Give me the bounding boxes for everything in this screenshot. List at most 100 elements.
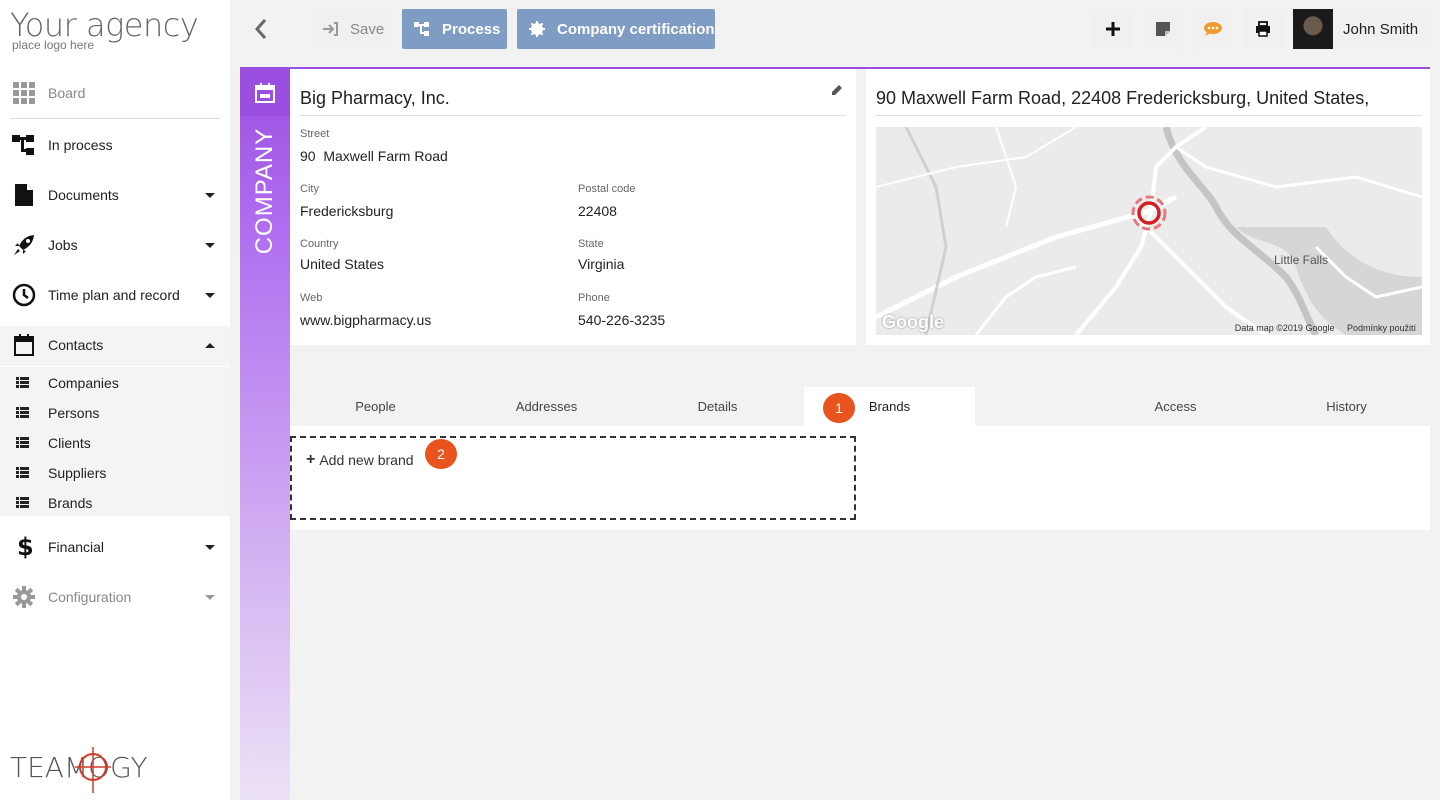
- print-icon: [1256, 21, 1270, 37]
- sidebar-item-time-plan[interactable]: Time plan and record: [0, 270, 230, 320]
- postal-code-value: 22408: [578, 203, 617, 219]
- sidebar: Your agency place logo here Board In pro…: [0, 0, 230, 800]
- calendar-icon: [12, 333, 36, 357]
- add-button[interactable]: [1093, 9, 1133, 49]
- print-button[interactable]: [1243, 9, 1283, 49]
- company-card: Big Pharmacy, Inc. Street 90 Maxwell Far…: [290, 69, 856, 345]
- rocket-icon: [12, 233, 36, 257]
- tab-label: Addresses: [515, 399, 578, 414]
- chat-icon: [1204, 22, 1222, 36]
- tab-label: Brands: [868, 399, 911, 414]
- tab-history[interactable]: History: [1261, 387, 1432, 426]
- company-certification-button[interactable]: Company certification: [517, 9, 715, 49]
- company-name: Big Pharmacy, Inc.: [300, 88, 450, 108]
- tab-access[interactable]: Access: [1090, 387, 1261, 426]
- sidebar-subitem-label: Companies: [48, 375, 119, 391]
- comments-button[interactable]: [1193, 9, 1233, 49]
- sidebar-subitem-clients[interactable]: Clients: [0, 428, 230, 458]
- city-value: Fredericksburg: [300, 203, 394, 219]
- list-icon: [16, 377, 30, 389]
- sidebar-subitem-persons[interactable]: Persons: [0, 398, 230, 428]
- chevron-down-icon: [205, 292, 215, 298]
- dollar-icon: $: [12, 534, 36, 560]
- add-new-brand-button[interactable]: + Add new brand: [306, 451, 414, 469]
- teamogy-logo: TEAMOGY: [10, 745, 160, 800]
- sidebar-item-label: Financial: [48, 539, 105, 555]
- tab-label: History: [1326, 399, 1367, 414]
- map-divider: [876, 115, 1422, 116]
- avatar: [1293, 9, 1333, 49]
- chevron-down-icon: [205, 544, 215, 550]
- sidebar-subitem-label: Suppliers: [48, 465, 107, 481]
- sidebar-subitem-companies[interactable]: Companies: [0, 368, 230, 398]
- sidebar-item-label: Board: [48, 85, 86, 101]
- card-divider: [300, 115, 846, 116]
- street-label: Street: [300, 128, 330, 140]
- web-value[interactable]: www.bigpharmacy.us: [300, 312, 431, 328]
- pencil-icon[interactable]: [830, 83, 844, 97]
- user-name: John Smith: [1343, 21, 1419, 38]
- sidebar-item-contacts[interactable]: Contacts: [0, 320, 230, 370]
- phone-value[interactable]: 540-226-3235: [578, 312, 665, 328]
- sidebar-item-jobs[interactable]: Jobs: [0, 220, 230, 270]
- sidebar-item-label: Jobs: [48, 237, 78, 253]
- entity-type-text: COMPANY: [251, 127, 278, 255]
- sidebar-item-label: Configuration: [48, 589, 132, 605]
- step-badge-1: 1: [823, 393, 855, 423]
- contacts-divider: [0, 366, 230, 367]
- sidebar-subitem-brands[interactable]: Brands: [0, 488, 230, 518]
- map-attribution[interactable]: Data map ©2019 Google Podmínky použití: [1235, 323, 1416, 333]
- process-label: Process: [442, 20, 501, 38]
- chevron-left-icon: [254, 19, 267, 39]
- list-icon: [16, 497, 30, 509]
- tab-label: Access: [1154, 399, 1197, 414]
- phone-label: Phone: [578, 292, 610, 304]
- list-icon: [16, 467, 30, 479]
- chevron-down-icon: [205, 242, 215, 248]
- location-map[interactable]: Little Falls Google Data map ©2019 Googl…: [876, 127, 1422, 335]
- add-new-brand-label: Add new brand: [319, 452, 414, 468]
- agency-logo[interactable]: Your agency place logo here: [10, 8, 199, 52]
- gear-icon: [12, 585, 36, 609]
- contacts-section: Contacts Companies Persons Clients Suppl…: [0, 326, 230, 516]
- step-badge-2: 2: [425, 439, 457, 469]
- plus-icon: [1106, 22, 1120, 36]
- country-label: Country: [300, 238, 339, 250]
- sidebar-item-board[interactable]: Board: [0, 68, 230, 118]
- map-place-label: Little Falls: [1274, 253, 1329, 267]
- sidebar-item-financial[interactable]: $ Financial: [0, 522, 230, 572]
- state-label: State: [578, 238, 604, 250]
- tab-people[interactable]: People: [290, 387, 461, 426]
- sticky-note-icon: [1156, 22, 1170, 36]
- sidebar-subitem-suppliers[interactable]: Suppliers: [0, 458, 230, 488]
- postal-code-label: Postal code: [578, 183, 636, 195]
- sidebar-item-label: Documents: [48, 187, 119, 203]
- svg-text:$: $: [17, 534, 32, 560]
- brands-dropzone[interactable]: + Add new brand: [290, 436, 856, 520]
- sidebar-item-label: In process: [48, 137, 113, 153]
- tab-bar: People Addresses Details Brands Access H…: [290, 387, 1430, 426]
- process-button[interactable]: Process: [402, 9, 507, 49]
- sidebar-item-in-process[interactable]: In process: [0, 120, 230, 170]
- sidebar-item-label: Time plan and record: [48, 287, 180, 303]
- company-certification-label: Company certification: [557, 20, 715, 38]
- map-roads: [876, 127, 1422, 335]
- city-label: City: [300, 183, 319, 195]
- tab-details[interactable]: Details: [632, 387, 803, 426]
- sidebar-item-label: Contacts: [48, 337, 104, 353]
- sidebar-subitem-label: Clients: [48, 435, 91, 451]
- tab-label: Details: [697, 399, 738, 414]
- save-button[interactable]: Save: [310, 9, 394, 49]
- chevron-up-icon: [205, 342, 215, 348]
- notes-button[interactable]: [1143, 9, 1183, 49]
- chevron-down-icon: [205, 594, 215, 600]
- user-menu[interactable]: John Smith: [1293, 9, 1430, 49]
- country-value: United States: [300, 256, 385, 272]
- sidebar-item-documents[interactable]: Documents: [0, 170, 230, 220]
- sidebar-item-configuration[interactable]: Configuration: [0, 572, 230, 622]
- document-icon: [12, 183, 36, 207]
- tab-addresses[interactable]: Addresses: [461, 387, 632, 426]
- collapse-sidebar-button[interactable]: [248, 14, 274, 44]
- save-label: Save: [350, 20, 385, 38]
- google-logo: Google: [882, 312, 944, 332]
